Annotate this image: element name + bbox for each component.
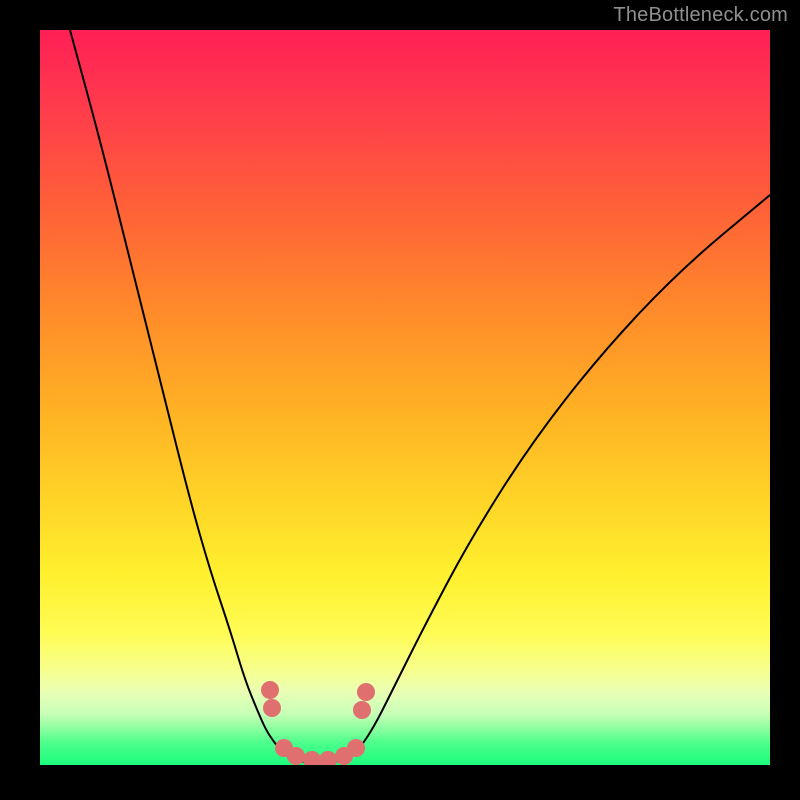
curve-marker [353, 701, 371, 719]
curve-left-arm [70, 30, 290, 758]
curve-marker [303, 751, 321, 765]
chart-curve-layer [40, 30, 770, 765]
curve-markers [261, 681, 375, 765]
curve-marker [263, 699, 281, 717]
curve-marker [319, 751, 337, 765]
curve-marker [261, 681, 279, 699]
chart-plot-area [40, 30, 770, 765]
curve-right-arm [350, 195, 770, 758]
watermark-text: TheBottleneck.com [613, 4, 788, 27]
curve-marker [347, 739, 365, 757]
curve-marker [357, 683, 375, 701]
curve-marker [287, 747, 305, 765]
chart-frame: TheBottleneck.com [0, 0, 800, 800]
